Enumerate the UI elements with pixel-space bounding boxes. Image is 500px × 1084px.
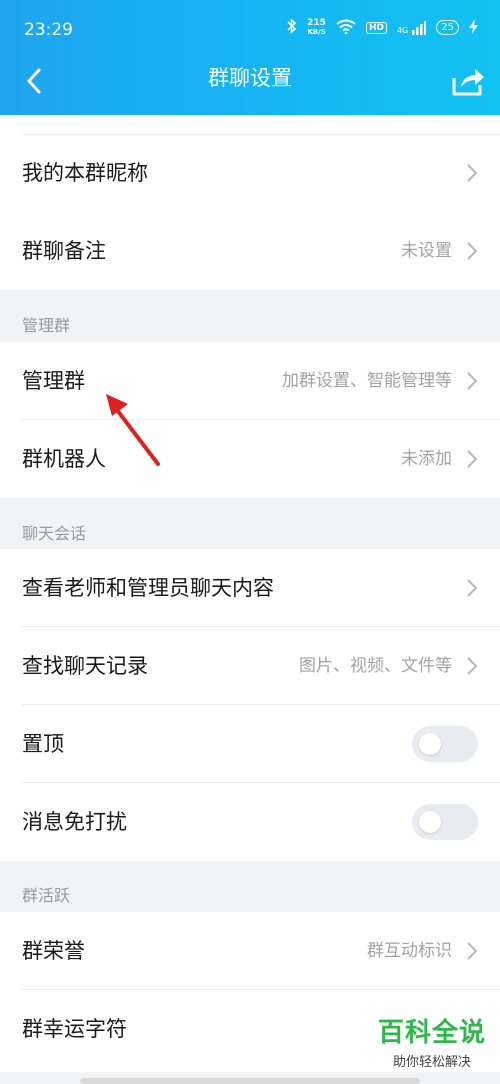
network-speed-unit: KB/S bbox=[307, 27, 326, 36]
chevron-right-icon bbox=[467, 657, 478, 675]
row-label: 查找聊天记录 bbox=[22, 654, 148, 678]
row-manage-group[interactable]: 管理群 加群设置、智能管理等 bbox=[0, 342, 500, 420]
charging-icon bbox=[469, 18, 478, 37]
home-indicator bbox=[80, 1078, 420, 1084]
chevron-right-icon bbox=[467, 450, 478, 468]
manage-section: 管理群 加群设置、智能管理等 群机器人 未添加 bbox=[0, 342, 500, 498]
row-label: 置顶 bbox=[22, 732, 64, 756]
row-label: 管理群 bbox=[22, 369, 85, 393]
row-label: 群荣誉 bbox=[22, 939, 85, 963]
status-icons: 215 KB/S HD 4G 25 bbox=[287, 18, 478, 37]
top-section: 我的本群昵称 群聊备注 未设置 bbox=[0, 115, 500, 290]
watermark-title: 百科全说 bbox=[377, 1018, 486, 1048]
row-label: 消息免打扰 bbox=[22, 810, 127, 834]
row-pin-top: 置顶 bbox=[0, 705, 500, 783]
watermark-subtitle: 助你轻松解决 bbox=[392, 1055, 471, 1070]
row-value: 未设置 bbox=[401, 241, 452, 261]
chevron-right-icon bbox=[467, 579, 478, 597]
section-header-chat: 聊天会话 bbox=[22, 524, 87, 543]
row-group-remark[interactable]: 群聊备注 未设置 bbox=[0, 212, 500, 290]
row-value: 未添加 bbox=[401, 449, 452, 469]
top-bar: 23:29 215 KB/S HD 4G 25 群聊设置 bbox=[0, 0, 500, 115]
row-view-teacher-admin-chat[interactable]: 查看老师和管理员聊天内容 bbox=[0, 549, 500, 627]
watermark: 百科全说 助你轻松解决 bbox=[378, 1012, 486, 1070]
annotation-arrow bbox=[106, 394, 160, 466]
share-icon bbox=[452, 69, 484, 96]
share-button[interactable] bbox=[448, 62, 488, 100]
row-do-not-disturb: 消息免打扰 bbox=[0, 783, 500, 861]
battery-indicator: 25 bbox=[436, 20, 459, 35]
page-title: 群聊设置 bbox=[208, 66, 292, 90]
pin-top-toggle[interactable] bbox=[412, 726, 478, 762]
do-not-disturb-toggle[interactable] bbox=[412, 804, 478, 840]
row-label: 群聊备注 bbox=[22, 239, 106, 263]
hd-badge: HD bbox=[365, 21, 387, 34]
row-label: 群幸运字符 bbox=[22, 1017, 127, 1041]
divider bbox=[22, 134, 500, 135]
section-header-active: 群活跃 bbox=[22, 886, 71, 905]
network-type: 4G bbox=[396, 25, 409, 35]
row-value: 加群设置、智能管理等 bbox=[282, 371, 452, 391]
row-my-group-nickname[interactable]: 我的本群昵称 bbox=[0, 134, 500, 212]
chevron-right-icon bbox=[467, 942, 478, 960]
row-label: 我的本群昵称 bbox=[22, 161, 148, 185]
row-search-chat-history[interactable]: 查找聊天记录 图片、视频、文件等 bbox=[0, 627, 500, 705]
row-value: 图片、视频、文件等 bbox=[299, 656, 452, 676]
bluetooth-icon bbox=[287, 18, 297, 37]
row-group-honor[interactable]: 群荣誉 群互动标识 bbox=[0, 912, 500, 990]
section-header-manage: 管理群 bbox=[22, 316, 71, 335]
wifi-icon bbox=[336, 19, 356, 37]
chevron-right-icon bbox=[467, 164, 478, 182]
network-speed: 215 KB/S bbox=[307, 17, 326, 37]
network-speed-value: 215 bbox=[307, 17, 326, 28]
chat-section: 查看老师和管理员聊天内容 查找聊天记录 图片、视频、文件等 置顶 消息免打扰 bbox=[0, 549, 500, 861]
row-label: 群机器人 bbox=[22, 447, 106, 471]
row-group-robot[interactable]: 群机器人 未添加 bbox=[0, 420, 500, 498]
row-label: 查看老师和管理员聊天内容 bbox=[22, 576, 274, 600]
chevron-right-icon bbox=[467, 242, 478, 260]
signal-icon: 4G bbox=[396, 20, 427, 35]
chevron-right-icon bbox=[467, 372, 478, 390]
toggle-knob bbox=[419, 733, 441, 755]
toggle-knob bbox=[419, 811, 441, 833]
row-value: 群互动标识 bbox=[367, 941, 452, 961]
status-time: 23:29 bbox=[24, 20, 73, 40]
